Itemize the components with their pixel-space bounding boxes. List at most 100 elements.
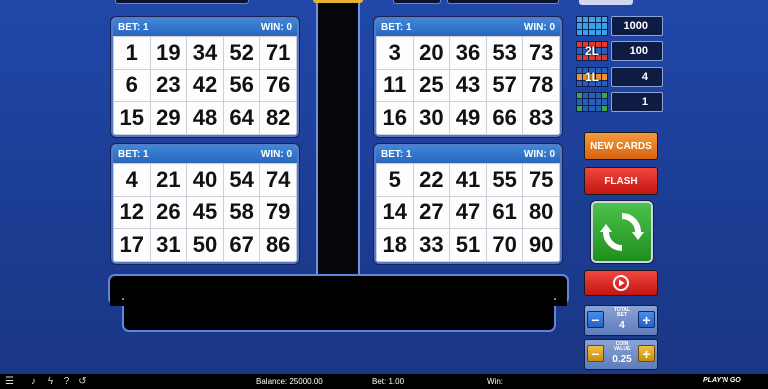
new-cards-button[interactable]: NEW CARDS xyxy=(584,132,658,160)
bingo-number-cell: 40 xyxy=(187,164,223,196)
paytable-row-two-lines: 2L 100 xyxy=(576,41,666,61)
bingo-number-cell: 67 xyxy=(223,229,260,261)
top-frame-right xyxy=(447,0,559,4)
card-win: WIN: 0 xyxy=(260,149,292,160)
history-icon[interactable]: ↺ xyxy=(77,376,88,387)
bingo-number-cell: 14 xyxy=(377,196,413,229)
bingo-number-cell: 71 xyxy=(260,37,296,69)
refresh-icon xyxy=(600,213,644,251)
bingo-number-cell: 82 xyxy=(260,102,296,134)
bingo-number-cell: 74 xyxy=(260,164,296,196)
help-icon[interactable]: ? xyxy=(61,376,72,387)
total-bet-minus-button[interactable]: − xyxy=(587,311,604,328)
bingo-number-cell: 5 xyxy=(377,164,413,196)
top-frame-left xyxy=(115,0,249,4)
bingo-number-cell: 15 xyxy=(114,102,150,134)
bingo-number-cell: 45 xyxy=(187,196,223,229)
bingo-number-cell: 33 xyxy=(413,229,450,261)
card-header: BET: 1 WIN: 0 xyxy=(113,146,297,163)
bingo-number-cell: 61 xyxy=(486,196,523,229)
bingo-number-cell: 31 xyxy=(150,229,187,261)
bingo-number-cell: 3 xyxy=(377,37,413,69)
bingo-number-cell: 21 xyxy=(150,164,187,196)
bingo-number-cell: 50 xyxy=(187,229,223,261)
status-bar: ☰ ♪ ϟ ? ↺ Balance: 25000.00 Bet: 1.00 Wi… xyxy=(0,374,768,389)
game-stage: BET: 1 WIN: 0 1 19 34 52 71 6 23 42 56 76 15 29 48 64… xyxy=(0,0,768,374)
bet-text: Bet: 1.00 xyxy=(372,377,405,386)
bingo-number-cell: 1 xyxy=(114,37,150,69)
bingo-number-cell: 78 xyxy=(523,69,559,102)
bingo-number-cell: 36 xyxy=(450,37,486,69)
coin-value-value: 0.25 xyxy=(612,354,632,365)
pattern-label: 2L xyxy=(584,44,599,58)
total-bet-stepper: − TOTAL BET 4 + xyxy=(584,305,658,336)
bingo-number-cell: 80 xyxy=(523,196,559,229)
bingo-number-cell: 48 xyxy=(187,102,223,134)
paytable-row-full-card: 1000 xyxy=(576,16,666,36)
card-win: WIN: 0 xyxy=(523,22,555,33)
bingo-number-cell: 90 xyxy=(523,229,559,261)
bingo-number-cell: 27 xyxy=(413,196,450,229)
sound-icon[interactable]: ♪ xyxy=(28,376,39,387)
bingo-number-cell: 23 xyxy=(150,69,187,102)
bingo-number-cell: 43 xyxy=(450,69,486,102)
card-bet: BET: 1 xyxy=(381,149,412,160)
coin-value-stepper: − COIN VALUE 0.25 + xyxy=(584,339,658,370)
total-bet-value: 4 xyxy=(619,320,625,331)
bingo-number-cell: 26 xyxy=(150,196,187,229)
bingo-card-3[interactable]: BET: 1 WIN: 0 4 21 40 54 74 12 26 45 58 79 17 31 50 6… xyxy=(111,144,299,264)
bingo-card-1[interactable]: BET: 1 WIN: 0 1 19 34 52 71 6 23 42 56 76 15 29 48 64… xyxy=(111,17,299,137)
bingo-number-cell: 49 xyxy=(450,102,486,134)
bingo-number-cell: 30 xyxy=(413,102,450,134)
paytable-row-four-corners: 1 xyxy=(576,92,666,112)
win-text: Win: xyxy=(487,377,503,386)
bingo-number-cell: 79 xyxy=(260,196,296,229)
bingo-card-4[interactable]: BET: 1 WIN: 0 5 22 41 55 75 14 27 47 61 80 18 33 51 7… xyxy=(374,144,562,264)
card-win: WIN: 0 xyxy=(260,22,292,33)
bingo-number-cell: 11 xyxy=(377,69,413,102)
card-bet: BET: 1 xyxy=(118,22,149,33)
bingo-number-cell: 47 xyxy=(450,196,486,229)
bingo-number-cell: 56 xyxy=(223,69,260,102)
paytable-value: 4 xyxy=(611,67,663,87)
flash-button[interactable]: FLASH xyxy=(584,167,658,195)
bingo-number-cell: 42 xyxy=(187,69,223,102)
total-bet-label: TOTAL BET xyxy=(605,308,639,318)
autoplay-button[interactable] xyxy=(584,270,658,296)
bingo-number-cell: 12 xyxy=(114,196,150,229)
bingo-card-2[interactable]: BET: 1 WIN: 0 3 20 36 53 73 11 25 43 57 78 16 30 49 6… xyxy=(374,17,562,137)
card-bet: BET: 1 xyxy=(118,149,149,160)
menu-icon[interactable]: ☰ xyxy=(4,376,15,387)
play-button[interactable] xyxy=(591,201,653,263)
top-frame-mid xyxy=(393,0,441,4)
coin-value-plus-button[interactable]: + xyxy=(638,345,655,362)
bingo-number-cell: 4 xyxy=(114,164,150,196)
center-ornament xyxy=(313,0,363,3)
card-grid: 1 19 34 52 71 6 23 42 56 76 15 29 48 64 82 xyxy=(113,36,297,135)
bingo-number-cell: 55 xyxy=(486,164,523,196)
card-header: BET: 1 WIN: 0 xyxy=(376,19,560,36)
balance-text: Balance: 25000.00 xyxy=(256,377,323,386)
bingo-number-cell: 83 xyxy=(523,102,559,134)
card-header: BET: 1 WIN: 0 xyxy=(376,146,560,163)
card-grid: 5 22 41 55 75 14 27 47 61 80 18 33 51 70 90 xyxy=(376,163,560,262)
bingo-number-cell: 51 xyxy=(450,229,486,261)
bingo-number-cell: 20 xyxy=(413,37,450,69)
bingo-number-cell: 58 xyxy=(223,196,260,229)
bingo-number-cell: 41 xyxy=(450,164,486,196)
total-bet-plus-button[interactable]: + xyxy=(638,311,655,328)
coin-value-minus-button[interactable]: − xyxy=(587,345,604,362)
bingo-number-cell: 70 xyxy=(486,229,523,261)
center-divider xyxy=(316,0,360,276)
bingo-number-cell: 57 xyxy=(486,69,523,102)
total-bet-label-line2: BET xyxy=(617,312,627,318)
logo-edge xyxy=(579,0,633,5)
bingo-number-cell: 76 xyxy=(260,69,296,102)
paytable-value: 100 xyxy=(611,41,663,61)
two-lines-pattern-icon: 2L xyxy=(576,41,608,61)
one-line-pattern-icon: 1L xyxy=(576,67,608,87)
coin-value-label-line2: VALUE xyxy=(613,346,631,352)
bingo-number-cell: 52 xyxy=(223,37,260,69)
lightning-icon[interactable]: ϟ xyxy=(45,376,56,387)
paytable-value: 1000 xyxy=(611,16,663,36)
